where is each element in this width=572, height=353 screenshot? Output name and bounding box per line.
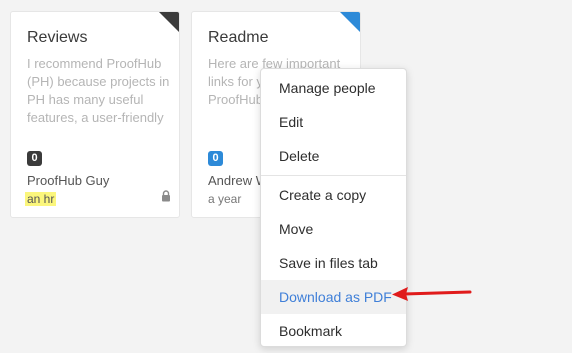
card-timestamp: an hr [25,192,57,206]
card-timestamp: a year [208,192,242,206]
menu-divider [261,175,406,176]
menu-item-download-pdf[interactable]: Download as PDF [261,280,406,314]
menu-item-move[interactable]: Move [261,212,406,246]
menu-item-create-copy[interactable]: Create a copy [261,178,406,212]
menu-item-delete[interactable]: Delete [261,139,406,173]
card-title: Reviews [27,29,88,46]
card-corner-marker [340,12,360,32]
menu-item-bookmark[interactable]: Bookmark [261,314,406,348]
note-card-reviews[interactable]: Reviews I recommend ProofHub (PH) becaus… [10,11,180,218]
card-description: I recommend ProofHub (PH) because projec… [27,56,170,125]
card-author: Andrew W [208,173,268,188]
card-author: ProofHub Guy [27,173,110,188]
menu-item-save-in-files[interactable]: Save in files tab [261,246,406,280]
comment-count-badge: 0 [208,151,223,166]
card-corner-marker [159,12,179,32]
menu-item-edit[interactable]: Edit [261,105,406,139]
card-title: Readme [208,29,269,46]
lock-icon [162,190,170,202]
context-menu: Manage people Edit Delete Create a copy … [260,68,407,347]
comment-count-badge: 0 [27,151,42,166]
annotation-arrow-icon [392,287,472,301]
menu-item-manage-people[interactable]: Manage people [261,71,406,105]
